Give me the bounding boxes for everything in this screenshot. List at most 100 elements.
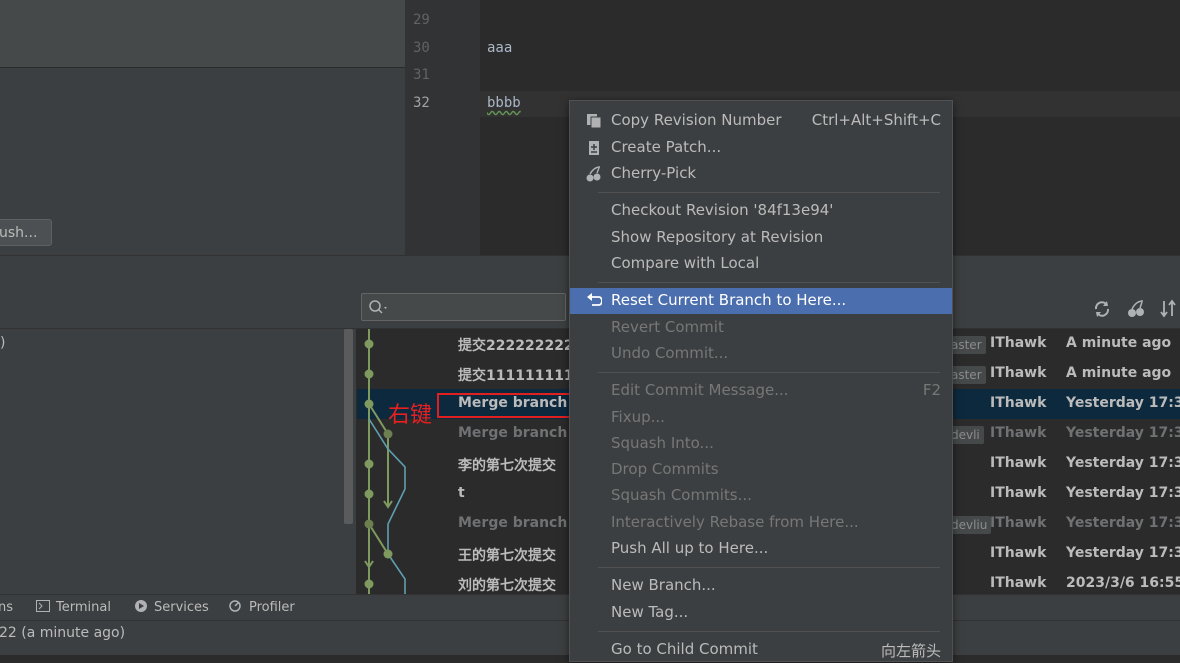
menu-item-drop-commits[interactable]: Drop Commits [570, 457, 952, 483]
commit-author: IThawk [990, 365, 1047, 381]
menu-item-create-patch[interactable]: Create Patch... [570, 135, 952, 161]
annotation-label: 右键 [388, 403, 433, 428]
menu-item-compare-local[interactable]: Compare with Local [570, 251, 952, 277]
tool-tab-label: Services [154, 600, 209, 615]
commit-subject: Merge branch [458, 515, 568, 531]
menu-item-push-all[interactable]: Push All up to Here... [570, 536, 952, 562]
commit-author: IThawk [990, 545, 1047, 561]
commit-subject: 李的第七次提交 [458, 458, 556, 474]
commit-subject: t [458, 485, 465, 501]
commit-dot [364, 519, 374, 529]
menu-item-checkout-revision[interactable]: Checkout Revision '84f13e94' [570, 198, 952, 224]
commit-graph [364, 329, 406, 594]
search-icon [369, 300, 387, 314]
annotation-highlight-box [437, 393, 576, 418]
commit-date: A minute ago [1066, 365, 1172, 381]
commit-author: IThawk [990, 485, 1047, 501]
menu-item-cherry-pick[interactable]: Cherry-Pick [570, 161, 952, 187]
undo-icon [587, 293, 602, 306]
tool-tab[interactable]: ns [0, 600, 13, 615]
menu-item-edit-message[interactable]: Edit Commit Message... F2 [570, 378, 952, 404]
status-text: 22 (a minute ago) [0, 625, 126, 641]
push-button[interactable]: ush... [0, 219, 52, 246]
commit-date: 2023/3/6 16:55 [1066, 575, 1180, 591]
commit-dot [364, 489, 374, 499]
menu-item-fixup[interactable]: Fixup... [570, 405, 952, 431]
commit-subject: Merge branch [458, 425, 568, 441]
commit-author: IThawk [990, 515, 1047, 531]
commit-author: IThawk [990, 575, 1047, 591]
tool-tab-profiler[interactable]: Profiler [229, 600, 295, 615]
services-icon [135, 600, 147, 612]
line-number: 32 [413, 95, 430, 111]
commit-context-menu: Copy Revision Number Ctrl+Alt+Shift+C Cr… [569, 100, 953, 662]
commit-author: IThawk [990, 425, 1047, 441]
commit-subject: 刘的第七次提交 [458, 578, 556, 594]
commit-date: Yesterday 17:39 [1066, 395, 1180, 411]
menu-item-label: Reset Current Branch to Here... [611, 291, 847, 309]
branch-tag: devliu [947, 516, 992, 534]
commit-date: Yesterday 17:35 [1066, 485, 1180, 501]
menu-item-label: Compare with Local [611, 254, 760, 272]
tool-tab-terminal[interactable]: Terminal [36, 600, 111, 615]
patch-icon [589, 141, 599, 155]
menu-item-label: Interactively Rebase from Here... [611, 513, 859, 531]
commit-dot [364, 339, 374, 349]
commit-date: Yesterday 17:33 [1066, 515, 1180, 531]
line-number: 30 [413, 40, 430, 56]
menu-item-copy-revision[interactable]: Copy Revision Number Ctrl+Alt+Shift+C [570, 108, 952, 134]
menu-item-shortcut: Ctrl+Alt+Shift+C [811, 111, 941, 129]
commit-date: Yesterday 17:36 [1066, 455, 1180, 471]
menu-separator [598, 567, 940, 568]
log-search-input[interactable] [361, 293, 566, 321]
menu-item-revert-commit[interactable]: Revert Commit [570, 315, 952, 341]
terminal-icon [36, 600, 50, 612]
commit-dot [364, 579, 374, 589]
scrollbar-thumb[interactable] [344, 329, 353, 524]
menu-item-new-tag[interactable]: New Tag... [570, 600, 952, 626]
menu-item-label: Push All up to Here... [611, 539, 769, 557]
menu-item-go-child-commit[interactable]: Go to Child Commit 向左箭头 [570, 637, 952, 663]
menu-item-interactive-rebase[interactable]: Interactively Rebase from Here... [570, 510, 952, 536]
menu-separator [598, 192, 940, 193]
menu-item-label: Squash Into... [611, 434, 714, 452]
menu-item-label: Create Patch... [611, 138, 722, 156]
line-number: 29 [413, 12, 430, 28]
commit-dot [364, 459, 374, 469]
menu-item-label: Squash Commits... [611, 486, 752, 504]
menu-item-label: Undo Commit... [611, 344, 729, 362]
menu-item-reset-branch[interactable]: Reset Current Branch to Here... [570, 288, 952, 314]
menu-separator [598, 282, 940, 283]
commit-dot [383, 549, 393, 559]
menu-item-label: Go to Child Commit [611, 640, 758, 658]
menu-item-label: Edit Commit Message... [611, 381, 789, 399]
line-number: 31 [413, 67, 430, 83]
menu-item-label: Show Repository at Revision [611, 228, 824, 246]
menu-item-label: Fixup... [611, 408, 665, 426]
copy-icon [587, 114, 602, 129]
refresh-icon[interactable] [1092, 299, 1114, 319]
menu-item-label: New Branch... [611, 576, 716, 594]
menu-item-label: Copy Revision Number [611, 111, 782, 129]
code-line: aaa [487, 40, 513, 56]
tool-tab-services[interactable]: Services [134, 600, 209, 615]
commit-date: Yesterday 17:33 [1066, 545, 1180, 561]
commit-subject: 提交222222222 [458, 338, 574, 354]
panel-header-strip [0, 0, 405, 68]
branch-row-text[interactable]: ) [0, 335, 5, 351]
commit-author: IThawk [990, 455, 1047, 471]
sort-icon[interactable] [1160, 299, 1178, 319]
commit-date: Yesterday 17:37 [1066, 425, 1180, 441]
changes-panel: ush... [0, 0, 405, 255]
tool-tab-label: Terminal [56, 600, 111, 615]
menu-item-label: New Tag... [611, 603, 689, 621]
menu-item-squash-into[interactable]: Squash Into... [570, 431, 952, 457]
commit-subject: 王的第七次提交 [458, 548, 556, 564]
commit-dot [364, 369, 374, 379]
menu-item-undo-commit[interactable]: Undo Commit... [570, 341, 952, 367]
menu-item-new-branch[interactable]: New Branch... [570, 573, 952, 599]
menu-item-squash-commits[interactable]: Squash Commits... [570, 483, 952, 509]
commit-author: IThawk [990, 395, 1047, 411]
menu-item-show-repository[interactable]: Show Repository at Revision [570, 225, 952, 251]
cherry-pick-icon[interactable] [1126, 299, 1148, 319]
